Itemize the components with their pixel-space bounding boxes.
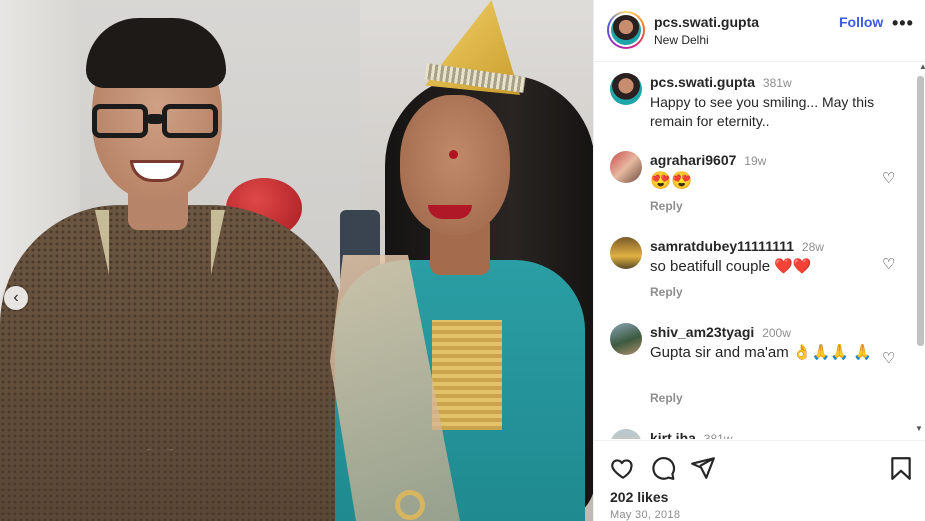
bangle <box>395 490 425 520</box>
carousel-prev-button[interactable]: ‹ <box>4 286 28 310</box>
comment-time[interactable]: 28w <box>802 240 824 254</box>
scrollbar-thumb[interactable] <box>917 76 924 346</box>
post-header: pcs.swati.gupta New Delhi Follow ••• <box>594 0 925 62</box>
post-side-panel: pcs.swati.gupta New Delhi Follow ••• pcs… <box>593 0 925 521</box>
post-photo[interactable]: ‹ <box>0 0 593 521</box>
comment-text: 😍😍 <box>650 171 693 190</box>
reply-button[interactable]: Reply <box>650 199 683 213</box>
comment-time[interactable]: 19w <box>744 154 766 168</box>
avatar[interactable] <box>610 323 642 355</box>
comment-username[interactable]: agrahari9607 <box>650 152 736 168</box>
post-date[interactable]: May 30, 2018 <box>610 509 680 521</box>
reply-button[interactable]: Reply <box>650 285 683 299</box>
send-icon[interactable] <box>690 455 716 481</box>
comment-time[interactable]: 381w <box>704 432 733 439</box>
avatar[interactable] <box>610 151 642 183</box>
author-username[interactable]: pcs.swati.gupta <box>654 14 759 30</box>
avatar[interactable] <box>610 237 642 269</box>
scroll-down-arrow[interactable]: ▼ <box>915 424 923 433</box>
chevron-left-icon: ‹ <box>13 289 19 306</box>
dress-embroidery <box>432 320 502 430</box>
comment-text: so beatifull couple ❤️❤️ <box>650 258 812 275</box>
post-location[interactable]: New Delhi <box>654 33 709 47</box>
more-options-icon[interactable]: ••• <box>892 14 914 32</box>
post-actions-bar: 202 likes May 30, 2018 <box>594 440 925 521</box>
scroll-up-arrow[interactable]: ▲ <box>919 62 925 71</box>
caption-text: Happy to see you smiling... May this rem… <box>650 94 875 129</box>
comments-list[interactable]: pcs.swati.gupta 381w Happy to see you sm… <box>594 63 925 439</box>
comment-username[interactable]: samratdubey11111111 <box>650 238 794 254</box>
likes-count[interactable]: 202 likes <box>610 489 668 505</box>
comment-text: Gupta sir and ma'am 👌🙏🙏 🙏 <box>650 344 872 361</box>
man-hair <box>86 18 226 88</box>
comment-like-icon[interactable]: ♡ <box>882 351 898 367</box>
avatar[interactable] <box>610 73 642 105</box>
author-avatar[interactable] <box>607 11 645 49</box>
bindi <box>449 150 458 159</box>
bookmark-icon[interactable] <box>888 455 914 481</box>
reply-button[interactable]: Reply <box>650 391 683 405</box>
comment-time[interactable]: 381w <box>763 76 792 90</box>
comment-icon[interactable] <box>650 455 676 481</box>
comment-username[interactable]: kirt.jha <box>650 430 696 439</box>
comment-time[interactable]: 200w <box>762 326 791 340</box>
avatar[interactable] <box>610 429 642 439</box>
heart-outline-icon[interactable] <box>610 455 636 481</box>
comment-username[interactable]: pcs.swati.gupta <box>650 74 755 90</box>
comment-username[interactable]: shiv_am23tyagi <box>650 324 754 340</box>
follow-button[interactable]: Follow <box>839 14 883 30</box>
comment-like-icon[interactable]: ♡ <box>882 257 898 273</box>
comment-like-icon[interactable]: ♡ <box>882 171 898 187</box>
eyeglasses <box>92 104 220 138</box>
